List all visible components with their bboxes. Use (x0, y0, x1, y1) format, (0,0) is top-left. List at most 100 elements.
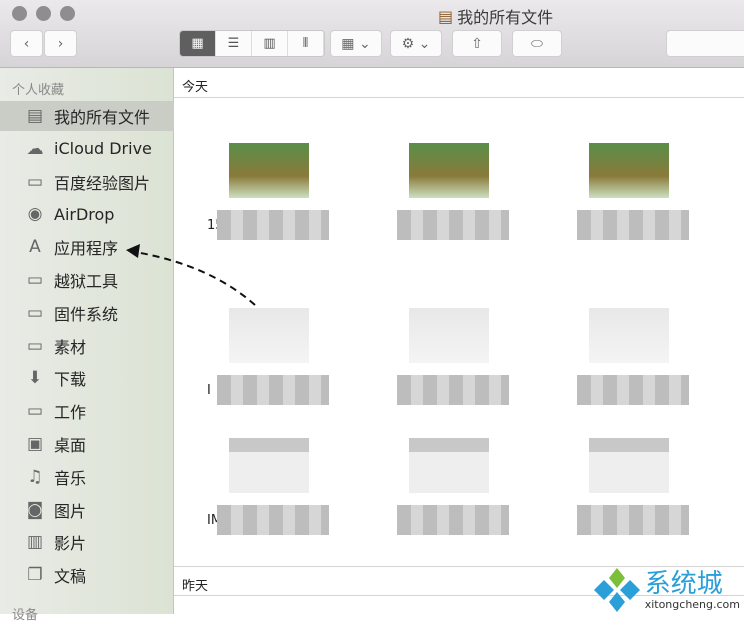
file-thumbnail (229, 308, 309, 363)
file-thumbnail (589, 143, 669, 198)
sidebar-item[interactable]: ☁ iCloud Drive (0, 134, 174, 164)
tag-button[interactable]: ⬭ (512, 30, 562, 57)
file-name (369, 210, 519, 242)
redacted-name (397, 375, 509, 405)
file-thumbnail (409, 308, 489, 363)
file-name (549, 505, 699, 537)
file-thumbnail (409, 438, 489, 493)
file-item[interactable] (549, 433, 699, 543)
file-name (549, 375, 699, 407)
sidebar-item-label: iCloud Drive (54, 139, 152, 159)
search-input[interactable] (666, 30, 744, 57)
favorites-heading: 个人收藏 (12, 83, 65, 98)
file-item[interactable] (369, 433, 519, 543)
arrange-icon: ▦ ⌄ (341, 35, 371, 52)
sidebar-item-label: 应用程序 (54, 239, 119, 259)
file-thumbnail (589, 438, 669, 493)
sidebar-item[interactable]: ▭ 百度经验图片 (0, 167, 174, 197)
sidebar-item-label: 文稿 (54, 567, 87, 587)
file-thumbnail (589, 308, 669, 363)
redacted-name (217, 505, 329, 535)
sidebar-item[interactable]: ▤ 我的所有文件 (0, 101, 174, 131)
redacted-name (217, 375, 329, 405)
file-item[interactable]: IM (189, 433, 339, 543)
file-item[interactable] (549, 303, 699, 413)
sidebar-item[interactable]: ▣ 桌面 (0, 429, 174, 459)
desktop-icon: ▣ (26, 434, 44, 454)
share-button[interactable]: ⇧ (452, 30, 502, 57)
folder-icon: ▭ (26, 401, 44, 422)
sidebar-item-label: 越狱工具 (54, 272, 119, 291)
sidebar-item[interactable]: ❐ 文稿 (0, 560, 174, 590)
camera-icon: ◙ (26, 499, 44, 520)
watermark-diamond-icon (593, 568, 640, 612)
file-item[interactable] (369, 303, 519, 413)
sidebar-item[interactable]: ◉ AirDrop (0, 199, 174, 229)
view-switcher: ▦ ☰ ▥ ⫴ (179, 30, 325, 57)
sidebar-item-label: 素材 (54, 337, 87, 357)
arrange-button[interactable]: ▦ ⌄ (330, 30, 382, 57)
window-title: ▤ 我的所有文件 (438, 6, 554, 28)
folder-icon: ▭ (26, 335, 44, 356)
icon-view-button[interactable]: ▦ (180, 31, 216, 56)
file-item[interactable] (369, 138, 519, 248)
sidebar-item[interactable]: ▭ 越狱工具 (0, 265, 174, 295)
document-icon: ❐ (27, 565, 43, 586)
sidebar-item[interactable]: ⬇ 下载 (0, 363, 174, 393)
redacted-name (577, 210, 689, 240)
file-item[interactable] (549, 138, 699, 248)
sidebar-item[interactable]: ♫ 音乐 (0, 462, 174, 492)
redacted-name (397, 210, 509, 240)
file-thumbnail (229, 143, 309, 198)
tag-icon: ⬭ (531, 35, 543, 52)
sidebar-item-label: 图片 (54, 501, 87, 521)
close-button[interactable] (12, 6, 27, 21)
sidebar-item-label: 桌面 (54, 436, 87, 455)
sidebar-item-label: 影片 (54, 534, 87, 554)
section-today: 今天 (174, 68, 744, 98)
redacted-name (397, 505, 509, 535)
all-files-icon: ▤ (438, 6, 454, 26)
folder-icon: ▭ (26, 171, 44, 192)
sidebar-item[interactable]: ▥ 影片 (0, 527, 174, 557)
applications-icon: A (29, 237, 41, 258)
sidebar-item[interactable]: A 应用程序 (0, 232, 174, 262)
file-name: I (189, 375, 339, 407)
airdrop-icon: ◉ (27, 204, 43, 225)
file-thumbnail (409, 143, 489, 198)
file-name (369, 505, 519, 537)
sidebar-item[interactable]: ◙ 图片 (0, 495, 174, 525)
sidebar-item[interactable]: ▭ 工作 (0, 396, 174, 426)
minimize-button[interactable] (36, 6, 51, 21)
coverflow-view-button[interactable]: ⫴ (288, 31, 324, 56)
sidebar-item-label: 我的所有文件 (54, 108, 151, 127)
music-icon: ♫ (27, 466, 43, 487)
sidebar-item[interactable]: ▭ 素材 (0, 331, 174, 361)
forward-button[interactable]: › (44, 30, 77, 57)
sidebar-item-label: 百度经验图片 (54, 173, 151, 193)
file-item[interactable]: 15_ (189, 138, 339, 248)
list-view-button[interactable]: ☰ (216, 31, 252, 56)
redacted-name (577, 505, 689, 535)
sidebar-item[interactable]: ▭ 固件系统 (0, 298, 174, 328)
back-button[interactable]: ‹ (10, 30, 43, 57)
share-icon: ⇧ (471, 35, 483, 52)
file-name: 15_ (189, 210, 339, 242)
gear-icon: ⚙ ⌄ (401, 35, 431, 52)
file-item[interactable]: I (189, 303, 339, 413)
watermark-logo: 系统城 xitongcheng.com (593, 568, 740, 612)
zoom-button[interactable] (60, 6, 75, 21)
file-thumbnail (229, 438, 309, 493)
toolbar: ▤ 我的所有文件 ‹ › ▦ ☰ ▥ ⫴ ▦ ⌄ ⚙ ⌄ ⇧ ⬭ (0, 0, 744, 68)
folder-icon: ▭ (26, 302, 44, 323)
sidebar-item-label: AirDrop (54, 204, 115, 224)
sidebar-item-label: 工作 (54, 403, 87, 423)
sidebar-item-label: 下载 (54, 370, 87, 390)
column-view-button[interactable]: ▥ (252, 31, 288, 56)
file-browser: 今天 昨天 15_IIM (174, 68, 744, 614)
file-name: IM (189, 505, 339, 537)
sidebar: 个人收藏 设备 ▤ 我的所有文件 ☁ iCloud Drive ▭ 百度经验图片 ◉ AirD… (0, 68, 174, 623)
download-icon: ⬇ (27, 368, 43, 389)
film-icon: ▥ (26, 532, 44, 553)
action-button[interactable]: ⚙ ⌄ (390, 30, 442, 57)
